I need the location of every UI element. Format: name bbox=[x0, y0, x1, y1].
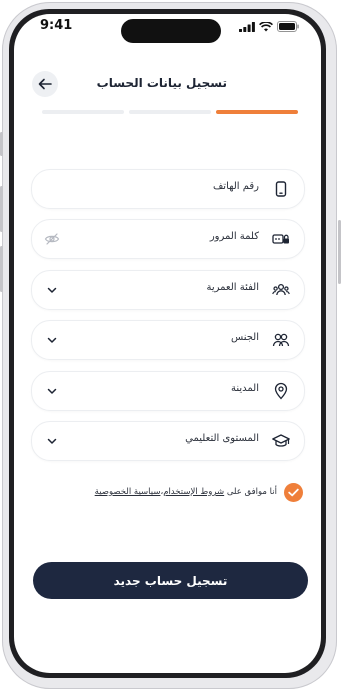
education-label: المستوى التعليمي bbox=[185, 433, 259, 444]
volume-up-button bbox=[0, 186, 3, 232]
password-field[interactable]: كلمة المرور bbox=[31, 219, 305, 259]
status-icons bbox=[239, 21, 299, 32]
header: تسجيل بيانات الحساب bbox=[14, 58, 321, 98]
terms-checkbox[interactable] bbox=[284, 483, 303, 502]
page-title: تسجيل بيانات الحساب bbox=[96, 76, 227, 90]
phone-field[interactable]: رقم الهاتف bbox=[31, 169, 305, 209]
chevron-down-icon bbox=[47, 438, 57, 444]
eye-off-icon[interactable] bbox=[44, 231, 60, 247]
chevron-down-icon bbox=[47, 388, 57, 394]
back-button[interactable] bbox=[32, 71, 58, 97]
privacy-policy-link[interactable]: سياسية الخصوصية bbox=[95, 487, 161, 497]
chevron-down-icon bbox=[47, 287, 57, 293]
screen: 9:41 تسجيل بيانات الحساب رقم الهاتف كلمة… bbox=[14, 14, 321, 673]
step-progress bbox=[42, 110, 298, 114]
gender-icon bbox=[272, 333, 290, 347]
location-pin-icon bbox=[274, 382, 288, 400]
register-button-label: تسجيل حساب جديد bbox=[113, 573, 228, 588]
terms-prefix: أنا موافق على bbox=[224, 487, 277, 497]
status-bar: 9:41 bbox=[14, 14, 321, 50]
group-icon bbox=[272, 283, 290, 296]
password-icon bbox=[272, 234, 289, 244]
age-group-select[interactable]: الفئة العمرية bbox=[31, 270, 305, 310]
arrow-left-icon bbox=[38, 78, 52, 90]
terms-text: أنا موافق على شروط الإستخدام،سياسية الخص… bbox=[95, 487, 277, 497]
progress-step-1 bbox=[216, 110, 298, 114]
mute-switch bbox=[0, 132, 3, 156]
volume-down-button bbox=[0, 246, 3, 292]
password-field-label: كلمة المرور bbox=[209, 231, 259, 242]
graduation-cap-icon bbox=[272, 434, 290, 447]
age-group-label: الفئة العمرية bbox=[206, 282, 259, 293]
chevron-down-icon bbox=[47, 337, 57, 343]
gender-select[interactable]: الجنس bbox=[31, 320, 305, 360]
checkmark-icon bbox=[288, 488, 299, 497]
progress-step-3 bbox=[42, 110, 124, 114]
status-time: 9:41 bbox=[40, 18, 73, 33]
register-button[interactable]: تسجيل حساب جديد bbox=[33, 562, 308, 599]
battery-icon bbox=[277, 21, 299, 32]
phone-field-label: رقم الهاتف bbox=[212, 181, 259, 192]
progress-step-2 bbox=[129, 110, 211, 114]
phone-icon bbox=[275, 181, 287, 197]
gender-label: الجنس bbox=[230, 332, 259, 343]
terms-of-use-link[interactable]: شروط الإستخدام bbox=[163, 487, 224, 497]
wifi-icon bbox=[259, 21, 273, 31]
dynamic-island bbox=[121, 19, 221, 43]
city-label: المدينة bbox=[230, 383, 259, 394]
city-select[interactable]: المدينة bbox=[31, 371, 305, 411]
education-select[interactable]: المستوى التعليمي bbox=[31, 421, 305, 461]
terms-agreement: أنا موافق على شروط الإستخدام،سياسية الخص… bbox=[14, 481, 321, 503]
signal-icon bbox=[239, 21, 255, 32]
